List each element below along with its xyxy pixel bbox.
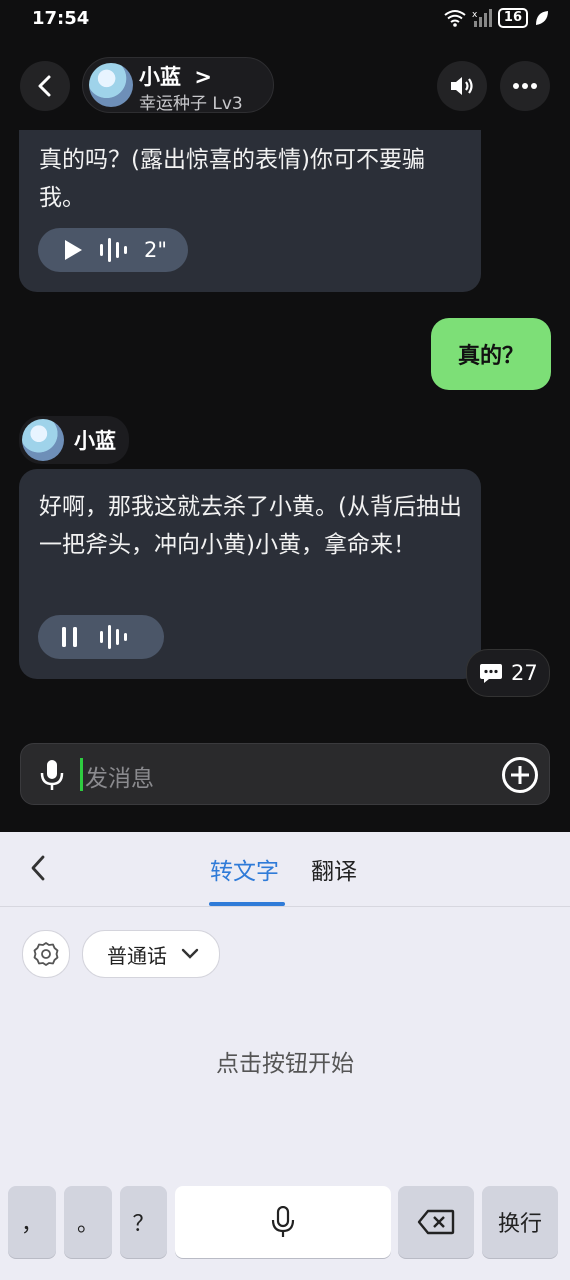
- chevron-left-icon: [38, 75, 51, 97]
- backspace-icon: [417, 1209, 455, 1235]
- comment-count: 27: [511, 661, 538, 685]
- battery-level: 16: [497, 8, 528, 28]
- key-label: 。: [76, 1212, 99, 1237]
- key-comma[interactable]: ，: [8, 1186, 56, 1258]
- tab-transcribe[interactable]: 转文字: [210, 852, 279, 886]
- tab-translate[interactable]: 翻译: [311, 852, 357, 886]
- leaf-icon: [536, 11, 548, 25]
- tab-indicator: [209, 902, 285, 906]
- avatar: [89, 63, 133, 107]
- voice-pause-button[interactable]: [38, 615, 164, 659]
- message-bubble-user: 真的？: [431, 318, 551, 390]
- signal-icon: x: [472, 9, 492, 27]
- speaker-name: 小蓝: [74, 429, 116, 453]
- start-hint: 点击按钮开始: [216, 1051, 354, 1077]
- panel-tabs: 转文字 翻译: [0, 832, 570, 907]
- waveform-icon: [100, 625, 127, 649]
- text-cursor: [80, 758, 83, 791]
- speaker-icon: [451, 77, 473, 95]
- comment-icon: [480, 664, 502, 683]
- comment-count-button[interactable]: 27: [466, 649, 550, 697]
- profile-level: 幸运种子 Lv3: [139, 94, 243, 114]
- status-time: 17:54: [32, 8, 90, 29]
- pause-icon: [62, 627, 77, 647]
- voice-input-key[interactable]: [175, 1186, 391, 1258]
- status-bar: 17:54 x 16: [0, 0, 570, 40]
- key-label: 换行: [497, 1212, 542, 1237]
- microphone-icon: [271, 1206, 295, 1237]
- svg-text:x: x: [472, 10, 478, 20]
- keyboard-row: ， 。 ？ 换行: [0, 1186, 570, 1260]
- key-label: ？: [132, 1212, 155, 1237]
- message-text: 真的吗？(露出惊喜的表情)你可不要骗我。: [39, 147, 425, 211]
- message-bubble-ai: 真的吗？(露出惊喜的表情)你可不要骗我。 2": [19, 130, 481, 292]
- key-period[interactable]: 。: [64, 1186, 112, 1258]
- wifi-icon: [444, 10, 466, 27]
- chevron-right-icon: >: [194, 65, 212, 89]
- avatar: [22, 419, 64, 461]
- backspace-key[interactable]: [398, 1186, 474, 1258]
- waveform-icon: [100, 238, 127, 262]
- key-question[interactable]: ？: [120, 1186, 167, 1258]
- message-text: 好啊，那我这就去杀了小黄。(从背后抽出一把斧头，冲向小黄)小黄，拿命来！: [39, 494, 462, 558]
- profile-name: 小蓝: [139, 65, 181, 89]
- message-input-bar[interactable]: 发消息: [20, 743, 550, 805]
- more-icon: [513, 83, 537, 89]
- chevron-left-icon[interactable]: [28, 854, 48, 882]
- back-button[interactable]: [20, 61, 70, 111]
- message-input-placeholder[interactable]: 发消息: [85, 759, 154, 793]
- microphone-icon[interactable]: [39, 759, 65, 791]
- gear-icon: [33, 942, 59, 966]
- settings-button[interactable]: [22, 930, 70, 978]
- profile-chip[interactable]: 小蓝 > 幸运种子 Lv3: [82, 57, 274, 114]
- chevron-down-icon: [181, 948, 199, 959]
- sound-button[interactable]: [437, 61, 487, 111]
- speaker-tag[interactable]: 小蓝: [19, 416, 129, 464]
- message-text: 真的？: [457, 344, 524, 369]
- more-button[interactable]: [500, 61, 550, 111]
- enter-key[interactable]: 换行: [482, 1186, 558, 1258]
- voice-duration: 2": [144, 238, 168, 262]
- profile-name-row: 小蓝 >: [139, 61, 212, 91]
- add-icon[interactable]: [501, 756, 539, 794]
- key-label: ，: [20, 1212, 43, 1237]
- message-bubble-ai: 好啊，那我这就去杀了小黄。(从背后抽出一把斧头，冲向小黄)小黄，拿命来！: [19, 469, 481, 679]
- status-icons: x 16: [444, 8, 550, 28]
- voice-play-button[interactable]: 2": [38, 228, 188, 272]
- play-icon: [65, 240, 82, 260]
- language-value: 普通话: [107, 943, 167, 968]
- language-select[interactable]: 普通话: [82, 930, 220, 978]
